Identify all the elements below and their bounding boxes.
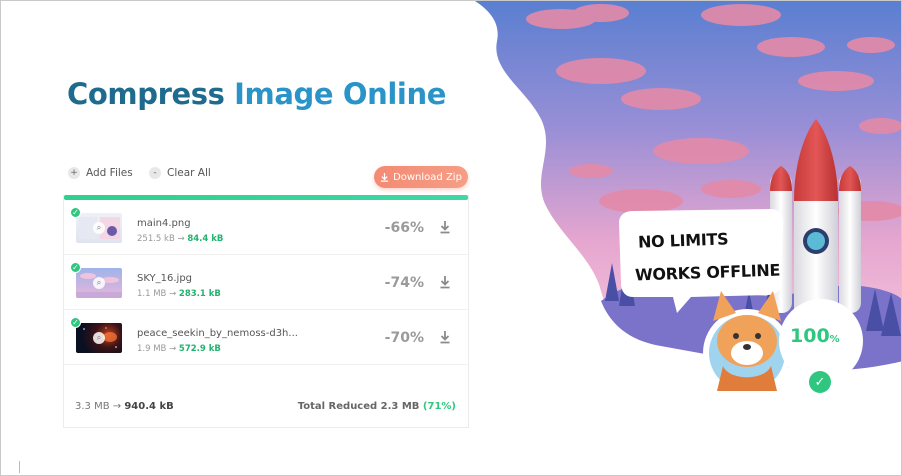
original-size: 1.1 MB <box>137 289 167 299</box>
app-window: NO LIMITS WORKS OFFLINE 100% ✓ Compress … <box>0 0 902 476</box>
done-check-icon: ✓ <box>70 317 81 328</box>
zoom-icon: ⌕ <box>93 277 105 289</box>
clear-all-button[interactable]: - Clear All <box>149 167 211 179</box>
size-summary: 3.3 MB → 940.4 kB <box>75 401 174 412</box>
download-icon[interactable] <box>439 220 451 234</box>
compressed-size: 84.4 kB <box>187 234 224 244</box>
download-icon <box>380 172 389 182</box>
add-files-button[interactable]: + Add Files <box>68 167 133 179</box>
file-sizes: 1.9 MB → 572.9 kB <box>137 344 221 354</box>
download-zip-button[interactable]: Download Zip <box>374 166 468 188</box>
file-name: main4.png <box>137 218 191 229</box>
compressed-total: 940.4 kB <box>124 401 174 412</box>
percent-indicator: 100% <box>790 325 840 347</box>
percent-value: 100 <box>790 325 830 347</box>
original-size: 251.5 kB <box>137 234 175 244</box>
check-icon: ✓ <box>809 371 831 393</box>
file-name: peace_seekin_by_nemoss-d3h... <box>137 328 298 339</box>
arrow: → <box>169 344 177 354</box>
file-row: ✓ ⌕ peace_seekin_by_nemoss-d3h... 1.9 MB… <box>64 310 468 365</box>
download-icon[interactable] <box>439 330 451 344</box>
total-reduced: Total Reduced 2.3 MB (71%) <box>298 401 456 412</box>
percent-sign: % <box>829 334 840 345</box>
original-total: 3.3 MB <box>75 401 110 412</box>
done-check-icon: ✓ <box>70 207 81 218</box>
reduction-percent: -70% <box>384 330 424 346</box>
download-icon[interactable] <box>439 275 451 289</box>
promo-line-1: NO LIMITS <box>637 229 729 252</box>
minus-icon: - <box>149 167 161 179</box>
arrow: → <box>177 234 185 244</box>
file-name: SKY_16.jpg <box>137 273 193 284</box>
file-list-panel: ✓ ⌕ main4.png 251.5 kB → 84.4 kB -66% ✓ … <box>63 195 469 428</box>
arrow: → <box>112 401 122 412</box>
file-sizes: 1.1 MB → 283.1 kB <box>137 289 221 299</box>
file-row: ✓ ⌕ SKY_16.jpg 1.1 MB → 283.1 kB -74% <box>64 255 468 310</box>
reduction-percent: -74% <box>384 275 424 291</box>
compressed-size: 572.9 kB <box>178 344 221 354</box>
clear-all-label: Clear All <box>167 167 211 179</box>
text-cursor <box>19 461 20 473</box>
file-row: ✓ ⌕ main4.png 251.5 kB → 84.4 kB -66% <box>64 200 468 255</box>
zoom-icon: ⌕ <box>93 222 105 234</box>
original-size: 1.9 MB <box>137 344 167 354</box>
page-title-part1: Compress <box>67 77 235 111</box>
page-title: Compress Image Online <box>67 77 446 111</box>
add-files-label: Add Files <box>86 167 133 179</box>
file-thumbnail[interactable]: ⌕ <box>76 268 122 298</box>
download-zip-label: Download Zip <box>393 171 462 183</box>
zoom-icon: ⌕ <box>93 332 105 344</box>
file-thumbnail[interactable]: ⌕ <box>76 323 122 353</box>
file-sizes: 251.5 kB → 84.4 kB <box>137 234 223 244</box>
compressed-size: 283.1 kB <box>178 289 221 299</box>
page-title-part2: Image Online <box>234 77 446 111</box>
total-reduced-percent: (71%) <box>422 401 456 412</box>
total-reduced-label: Total Reduced 2.3 MB <box>297 401 420 412</box>
done-check-icon: ✓ <box>70 262 81 273</box>
plus-icon: + <box>68 167 80 179</box>
arrow: → <box>169 289 177 299</box>
reduction-percent: -66% <box>384 220 424 236</box>
file-thumbnail[interactable]: ⌕ <box>76 213 122 243</box>
